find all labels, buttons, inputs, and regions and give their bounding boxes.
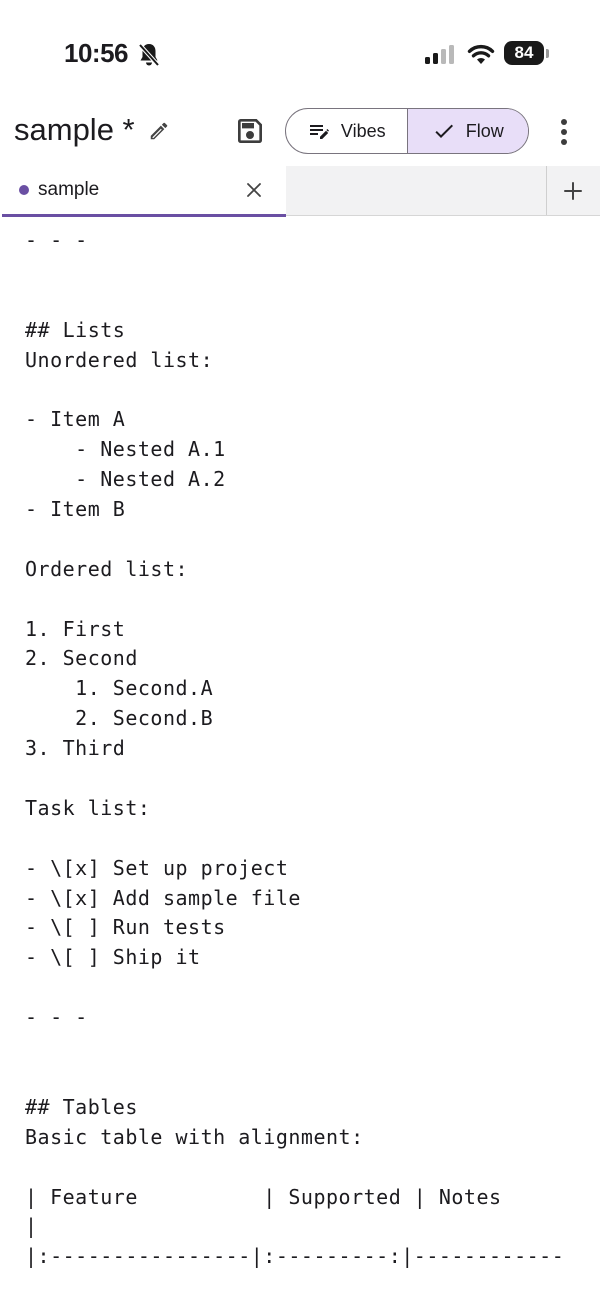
tab-sample[interactable]: sample xyxy=(0,166,286,217)
editor-text-area[interactable]: - - - ## Lists Unordered list: - Item A - N… xyxy=(25,226,600,1299)
document-title[interactable]: sample * xyxy=(14,112,135,148)
editor-line: - Item A xyxy=(25,407,126,432)
vibes-label: Vibes xyxy=(340,120,386,141)
editor-line: Basic table with alignment: xyxy=(25,1124,364,1149)
checkmark-icon xyxy=(435,124,453,138)
editor-line: - \[ ] Run tests xyxy=(25,915,226,940)
editor-line: - - - xyxy=(25,228,88,252)
editor-line: - \[ ] Ship it xyxy=(25,945,201,970)
editor-line: Task list: xyxy=(25,795,151,820)
app-bar: sample * Vibes Flow xyxy=(0,100,600,164)
editor-line: 1. First xyxy=(25,616,126,641)
vibes-button[interactable]: Vibes xyxy=(286,109,408,153)
bell-off-icon xyxy=(138,43,160,67)
flow-label: Flow xyxy=(465,120,504,141)
editor-line: - Item B xyxy=(25,497,126,522)
editor-line: Ordered list: xyxy=(25,556,189,581)
new-tab-button[interactable] xyxy=(547,166,600,215)
battery-icon: 84 xyxy=(504,41,550,67)
editor-line: - \[x] Add sample file xyxy=(25,885,301,910)
vibes-edit-icon xyxy=(309,125,329,139)
wifi-icon xyxy=(467,44,495,64)
editor-line: ## Lists xyxy=(25,317,126,342)
more-vert-icon[interactable] xyxy=(553,116,575,148)
mode-segmented-control: Vibes Flow xyxy=(285,108,529,154)
plus-icon xyxy=(564,182,582,200)
tab-bar: sample xyxy=(0,166,600,217)
tab-label: sample xyxy=(38,179,100,200)
active-tab-indicator xyxy=(2,214,286,217)
editor-line: | xyxy=(25,1214,38,1239)
flow-button[interactable]: Flow xyxy=(407,109,528,153)
status-bar: 10:56 84 xyxy=(0,0,600,100)
battery-percent: 84 xyxy=(514,43,534,62)
editor-line: 3. Third xyxy=(25,736,126,761)
close-icon[interactable] xyxy=(244,180,264,200)
editor-line: ## Tables xyxy=(25,1094,138,1119)
save-icon[interactable] xyxy=(234,115,266,147)
editor-line: - - - xyxy=(25,1005,88,1030)
pencil-icon[interactable] xyxy=(148,120,170,142)
editor-line: Unordered list: xyxy=(25,347,214,372)
signal-icon xyxy=(425,45,454,64)
editor-line: |:----------------|:---------:|---------… xyxy=(25,1244,565,1269)
editor-line: - Nested A.1 xyxy=(25,437,226,462)
unsaved-dot-icon xyxy=(19,185,29,195)
editor-line: 1. Second.A xyxy=(25,676,214,701)
editor-line: | Feature | Supported | Notes xyxy=(25,1184,502,1209)
editor-line: 2. Second xyxy=(25,646,138,671)
tab-strip-empty xyxy=(286,166,546,215)
editor-line: - \[x] Set up project xyxy=(25,855,289,880)
editor-line: - Nested A.2 xyxy=(25,467,226,492)
status-time: 10:56 xyxy=(64,38,129,68)
editor-line: 2. Second.B xyxy=(25,706,214,731)
